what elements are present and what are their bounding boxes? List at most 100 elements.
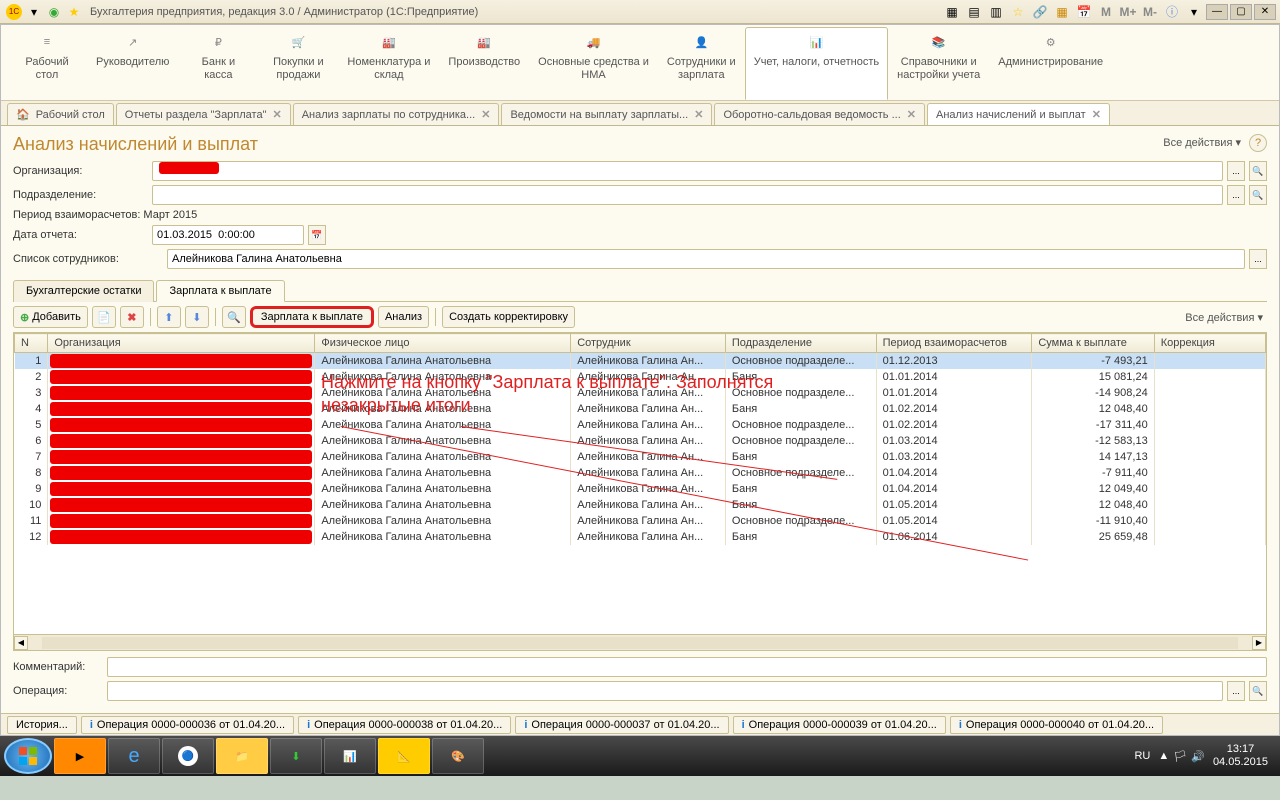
close-btn[interactable]: ✕	[1254, 4, 1276, 20]
sub-tab[interactable]: Бухгалтерские остатки	[13, 280, 154, 302]
link-icon[interactable]: 🔗	[1032, 4, 1048, 20]
maximize-btn[interactable]: ▢	[1230, 4, 1252, 20]
column-header[interactable]: Организация	[48, 334, 315, 353]
tab[interactable]: Отчеты раздела "Зарплата"✕	[116, 103, 291, 125]
tray-clock[interactable]: 13:17 04.05.2015	[1213, 743, 1268, 769]
column-header[interactable]: Сотрудник	[571, 334, 726, 353]
table-row[interactable]: 8 Алейникова Галина Анатольевна Алейнико…	[15, 465, 1266, 481]
star-icon[interactable]: ★	[66, 4, 82, 20]
column-header[interactable]: Подразделение	[725, 334, 876, 353]
ellipsis-btn[interactable]: ...	[1227, 185, 1245, 205]
section-item[interactable]: 🛒Покупки ипродажи	[258, 27, 338, 100]
tab[interactable]: Анализ зарплаты по сотрудника...✕	[293, 103, 500, 125]
horizontal-scrollbar[interactable]: ◀ ▶	[14, 634, 1266, 650]
section-item[interactable]: 📊Учет, налоги, отчетность	[745, 27, 888, 100]
column-header[interactable]: Коррекция	[1154, 334, 1265, 353]
operation-link[interactable]: iОперация 0000-000037 от 01.04.20...	[515, 716, 728, 734]
fav-icon[interactable]: ☆	[1010, 4, 1026, 20]
table-row[interactable]: 12 Алейникова Галина Анатольевна Алейник…	[15, 529, 1266, 545]
section-item[interactable]: 📚Справочники инастройки учета	[888, 27, 989, 100]
tray-volume-icon[interactable]: 🔊	[1191, 750, 1205, 763]
tab[interactable]: Оборотно-сальдовая ведомость ...✕	[714, 103, 925, 125]
task-item[interactable]: ⬇	[270, 738, 322, 774]
section-item[interactable]: ↗Руководителю	[87, 27, 178, 100]
add-button[interactable]: ⊕Добавить	[13, 306, 88, 328]
dropdown2-icon[interactable]: ▾	[1186, 4, 1202, 20]
task-item[interactable]: 📁	[216, 738, 268, 774]
column-header[interactable]: Физическое лицо	[315, 334, 571, 353]
sub-tab[interactable]: Зарплата к выплате	[156, 280, 284, 302]
delete-button[interactable]: ✖	[120, 306, 144, 328]
m-minus-btn[interactable]: M-	[1142, 4, 1158, 20]
task-item[interactable]: e	[108, 738, 160, 774]
search-button[interactable]: 🔍	[222, 306, 246, 328]
search-btn[interactable]: 🔍	[1249, 185, 1267, 205]
org-input[interactable]	[152, 161, 1223, 181]
cal-icon[interactable]: 📅	[1076, 4, 1092, 20]
tab[interactable]: 🏠Рабочий стол	[7, 103, 114, 125]
subdiv-input[interactable]	[152, 185, 1223, 205]
scroll-left-btn[interactable]: ◀	[14, 636, 28, 650]
operation-input[interactable]	[107, 681, 1223, 701]
info-icon[interactable]: ⓘ	[1164, 4, 1180, 20]
help-btn[interactable]: ?	[1249, 134, 1267, 152]
table-row[interactable]: 5 Алейникова Галина Анатольевна Алейнико…	[15, 417, 1266, 433]
section-item[interactable]: ₽Банк икасса	[178, 27, 258, 100]
start-button[interactable]	[4, 738, 52, 774]
comment-input[interactable]	[107, 657, 1267, 677]
m-btn[interactable]: M	[1098, 4, 1114, 20]
section-item[interactable]: 🏭Номенклатура исклад	[338, 27, 439, 100]
calc-icon[interactable]: ▦	[1054, 4, 1070, 20]
dropdown-icon[interactable]: ▾	[26, 4, 42, 20]
employees-input[interactable]	[167, 249, 1245, 269]
section-item[interactable]: ≡Рабочийстол	[7, 27, 87, 100]
task-item[interactable]: 📐	[378, 738, 430, 774]
date-input[interactable]	[152, 225, 304, 245]
section-item[interactable]: 👤Сотрудники изарплата	[658, 27, 745, 100]
back-icon[interactable]: ◉	[46, 4, 62, 20]
history-button[interactable]: История...	[7, 716, 77, 734]
table-row[interactable]: 1 Алейникова Галина Анатольевна Алейнико…	[15, 353, 1266, 370]
tray-icon[interactable]: ▲	[1158, 750, 1169, 763]
column-header[interactable]: Период взаиморасчетов	[876, 334, 1032, 353]
tab-close-icon[interactable]: ✕	[481, 108, 490, 121]
tray-lang[interactable]: RU	[1134, 750, 1150, 762]
tab[interactable]: Ведомости на выплату зарплаты...✕	[501, 103, 712, 125]
tab-close-icon[interactable]: ✕	[694, 108, 703, 121]
section-item[interactable]: ⚙Администрирование	[989, 27, 1112, 100]
search-btn[interactable]: 🔍	[1249, 161, 1267, 181]
task-item[interactable]: 🔵	[162, 738, 214, 774]
all-actions-btn[interactable]: Все действия ▾	[1181, 309, 1267, 326]
scroll-right-btn[interactable]: ▶	[1252, 636, 1266, 650]
tool-icon-2[interactable]: ▤	[966, 4, 982, 20]
tab[interactable]: Анализ начислений и выплат✕	[927, 103, 1110, 125]
ellipsis-btn[interactable]: ...	[1249, 249, 1267, 269]
minimize-btn[interactable]: —	[1206, 4, 1228, 20]
tab-close-icon[interactable]: ✕	[907, 108, 916, 121]
table-row[interactable]: 6 Алейникова Галина Анатольевна Алейнико…	[15, 433, 1266, 449]
task-item[interactable]: 🎨	[432, 738, 484, 774]
column-header[interactable]: N	[15, 334, 48, 353]
task-item[interactable]: ▶	[54, 738, 106, 774]
section-item[interactable]: 🚚Основные средства иНМА	[529, 27, 658, 100]
copy-button[interactable]: 📄	[92, 306, 116, 328]
tool-icon-1[interactable]: ▦	[944, 4, 960, 20]
task-item[interactable]: 📊	[324, 738, 376, 774]
tab-close-icon[interactable]: ✕	[273, 108, 282, 121]
create-correction-button[interactable]: Создать корректировку	[442, 306, 575, 328]
ellipsis-btn[interactable]: ...	[1227, 681, 1245, 701]
analysis-button[interactable]: Анализ	[378, 306, 429, 328]
tab-close-icon[interactable]: ✕	[1092, 108, 1101, 121]
operation-link[interactable]: iОперация 0000-000039 от 01.04.20...	[733, 716, 946, 734]
operation-link[interactable]: iОперация 0000-000040 от 01.04.20...	[950, 716, 1163, 734]
tool-icon-3[interactable]: ▥	[988, 4, 1004, 20]
search-btn[interactable]: 🔍	[1249, 681, 1267, 701]
calendar-btn[interactable]: 📅	[308, 225, 326, 245]
section-item[interactable]: 🏭Производство	[439, 27, 529, 100]
table-row[interactable]: 11 Алейникова Галина Анатольевна Алейник…	[15, 513, 1266, 529]
salary-button[interactable]: Зарплата к выплате	[250, 306, 374, 328]
tray-flag-icon[interactable]: 🏳	[1173, 750, 1187, 763]
up-button[interactable]: ⬆	[157, 306, 181, 328]
down-button[interactable]: ⬇	[185, 306, 209, 328]
ellipsis-btn[interactable]: ...	[1227, 161, 1245, 181]
